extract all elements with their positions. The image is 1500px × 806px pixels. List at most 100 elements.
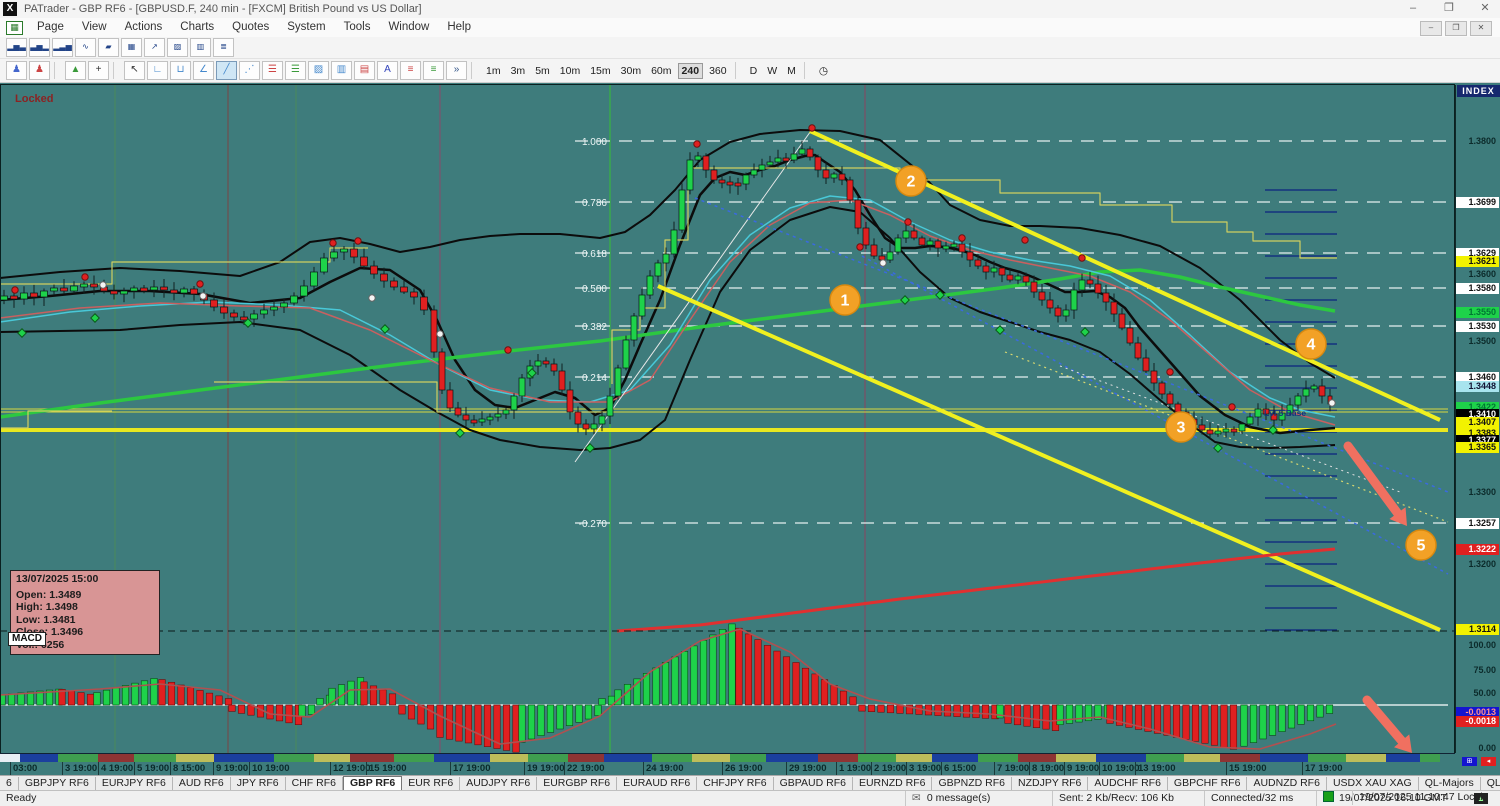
svg-text:5: 5 — [1417, 538, 1426, 555]
tab-nzdjpy-rf6[interactable]: NZDJPY RF6 — [1012, 777, 1089, 790]
time-tick-label: 4 19:00 — [98, 762, 133, 775]
status-traffic: Sent: 2 Kb/Recv: 106 Kb — [1052, 791, 1209, 806]
timeframe-360[interactable]: 360 — [705, 63, 731, 79]
time-tick-label: 15 19:00 — [366, 762, 407, 775]
mdi-close-button[interactable]: ✕ — [1470, 21, 1492, 36]
level-annotation: Lvl 5 Base — [1264, 408, 1307, 418]
time-tick-label: 5 19:00 — [134, 762, 169, 775]
window-title: PATrader - GBP RF6 - [GBPUSD.F, 240 min … — [24, 3, 422, 15]
fib-tool-green-icon[interactable]: ☰ — [285, 61, 306, 80]
tab-chfjpy-rf6[interactable]: CHFJPY RF6 — [697, 777, 774, 790]
tab-ql-majors[interactable]: QL-Majors — [1419, 777, 1481, 790]
mdi-restore-button[interactable]: ❐ — [1445, 21, 1467, 36]
chart-type-icon-2[interactable]: ▃▅▂ — [29, 38, 50, 57]
axis-expand-icon[interactable]: ⊞ — [1462, 757, 1477, 766]
chart-type-icon-5[interactable]: ▰ — [98, 38, 119, 57]
axis-scroll-icon[interactable]: ◂ — [1481, 757, 1496, 766]
buy-marker-tool-icon[interactable]: ♟ — [6, 61, 27, 80]
menu-system[interactable]: System — [278, 18, 334, 37]
timeframe-15m[interactable]: 15m — [586, 63, 614, 79]
chart-type-icon-1[interactable]: ▂▅▃ — [6, 38, 27, 57]
mdi-minimize-button[interactable]: – — [1420, 21, 1442, 36]
tab-gbpnzd-rf6[interactable]: GBPNZD RF6 — [932, 777, 1012, 790]
chart-type-icon-7[interactable]: ↗ — [144, 38, 165, 57]
maximize-button[interactable]: ❐ — [1438, 0, 1460, 18]
chart-type-icon-9[interactable]: ▥ — [190, 38, 211, 57]
axis-label-100.00: 100.00 — [1468, 640, 1496, 650]
vline-tool-icon[interactable]: ⊔ — [170, 61, 191, 80]
period-D[interactable]: D — [746, 63, 762, 79]
time-tick-label: 17 19:00 — [450, 762, 491, 775]
minimize-button[interactable]: – — [1402, 0, 1424, 18]
menu-actions[interactable]: Actions — [116, 18, 172, 37]
hline-tool-icon[interactable]: ∟ — [147, 61, 168, 80]
tab-eur-rf6[interactable]: EUR RF6 — [402, 777, 461, 790]
crosshair-tool-icon[interactable]: + — [88, 61, 109, 80]
axis-label-1.3550: 1.3550 — [1456, 307, 1499, 318]
period-W[interactable]: W — [763, 63, 781, 79]
sell-signal-dot — [1078, 254, 1086, 262]
tab-eurgbp-rf6[interactable]: EURGBP RF6 — [537, 777, 618, 790]
tab-jpy-rf6[interactable]: JPY RF6 — [231, 777, 286, 790]
chart-type-icon-10[interactable]: ≣ — [213, 38, 234, 57]
tab-audjpy-rf6[interactable]: AUDJPY RF6 — [460, 777, 538, 790]
more-tools-icon[interactable]: » — [446, 61, 467, 80]
tab-gbpaud-rf6[interactable]: GBPAUD RF6 — [774, 777, 853, 790]
timeframe-10m[interactable]: 10m — [556, 63, 584, 79]
chart-type-icon-8[interactable]: ▨ — [167, 38, 188, 57]
channel-tool-icon[interactable]: ⋰ — [239, 61, 260, 80]
timeframe-60m[interactable]: 60m — [647, 63, 675, 79]
tab-eurnzd-rf6[interactable]: EURNZD RF6 — [853, 777, 933, 790]
tab-gbp-rf6[interactable]: GBP RF6 — [342, 776, 403, 791]
period-M[interactable]: M — [783, 63, 800, 79]
angle-tool-icon[interactable]: ∠ — [193, 61, 214, 80]
tab-gbpchf-rf6[interactable]: GBPCHF RF6 — [1168, 777, 1248, 790]
menu-page[interactable]: Page — [28, 18, 73, 37]
chart-page-icon[interactable]: ▦ — [6, 21, 23, 35]
time-axis[interactable]: 03:00 3 19:00 4 19:00 5 19:00 8 15:00 9 19:00… — [0, 762, 1455, 775]
tab-audchf-rf6[interactable]: AUDCHF RF6 — [1088, 777, 1168, 790]
timeframe-1m[interactable]: 1m — [482, 63, 505, 79]
menu-quotes[interactable]: Quotes — [223, 18, 278, 37]
tab-gbpjpy-rf6[interactable]: GBPJPY RF6 — [19, 777, 96, 790]
timeframe-5m[interactable]: 5m — [531, 63, 554, 79]
timeframe-3m[interactable]: 3m — [507, 63, 530, 79]
text-tool-icon[interactable]: A — [377, 61, 398, 80]
macd-panel-label: MACD — [8, 632, 46, 646]
menu-help[interactable]: Help — [438, 18, 480, 37]
pattern-tool-icon[interactable]: ▨ — [308, 61, 329, 80]
timeframe-240[interactable]: 240 — [677, 62, 704, 79]
chart-type-icon-4[interactable]: ∿ — [75, 38, 96, 57]
cursor-tool-icon[interactable]: ↖ — [124, 61, 145, 80]
tab-eurjpy-rf6[interactable]: EURJPY RF6 — [96, 777, 173, 790]
fib-tool-red-icon[interactable]: ☰ — [262, 61, 283, 80]
trendline-tool-icon[interactable]: ╱ — [216, 61, 237, 80]
tab-usdx-xau-xag[interactable]: USDX XAU XAG — [1327, 777, 1419, 790]
clock-icon[interactable]: ◷ — [815, 63, 832, 79]
tab-ql-exotics[interactable]: QL-Exotics — [1481, 777, 1500, 790]
chart-type-icon-6[interactable]: ▦ — [121, 38, 142, 57]
menu-charts[interactable]: Charts — [171, 18, 223, 37]
time-tick-label: 3 19:00 — [906, 762, 941, 775]
close-button[interactable]: ✕ — [1474, 0, 1496, 18]
timeframe-30m[interactable]: 30m — [617, 63, 645, 79]
area-chart-tool-icon[interactable]: ▲ — [65, 61, 86, 80]
levels-tool-green-icon[interactable]: ≡ — [423, 61, 444, 80]
tab-chf-rf6[interactable]: CHF RF6 — [286, 777, 343, 790]
sell-signal-dot — [693, 140, 701, 148]
toolbar-separator — [54, 62, 61, 79]
grid-tool-icon[interactable]: ▥ — [331, 61, 352, 80]
menu-window[interactable]: Window — [379, 18, 438, 37]
zone-tool-icon[interactable]: ▤ — [354, 61, 375, 80]
tab-6[interactable]: 6 — [0, 777, 19, 790]
sell-marker-tool-icon[interactable]: ♟ — [29, 61, 50, 80]
menu-view[interactable]: View — [73, 18, 116, 37]
chart-type-icon-3[interactable]: ▂▃▅ — [52, 38, 73, 57]
tab-aud-rf6[interactable]: AUD RF6 — [173, 777, 231, 790]
tab-euraud-rf6[interactable]: EURAUD RF6 — [617, 777, 698, 790]
sell-signal-dot — [856, 243, 864, 251]
tab-audnzd-rf6[interactable]: AUDNZD RF6 — [1247, 777, 1327, 790]
menu-tools[interactable]: Tools — [335, 18, 380, 37]
levels-tool-red-icon[interactable]: ≡ — [400, 61, 421, 80]
price-chart-canvas[interactable]: 1.000 0.786 0.618 0.500 0.382 0.214 -0.270 1 2 3 4… — [0, 0, 1500, 806]
